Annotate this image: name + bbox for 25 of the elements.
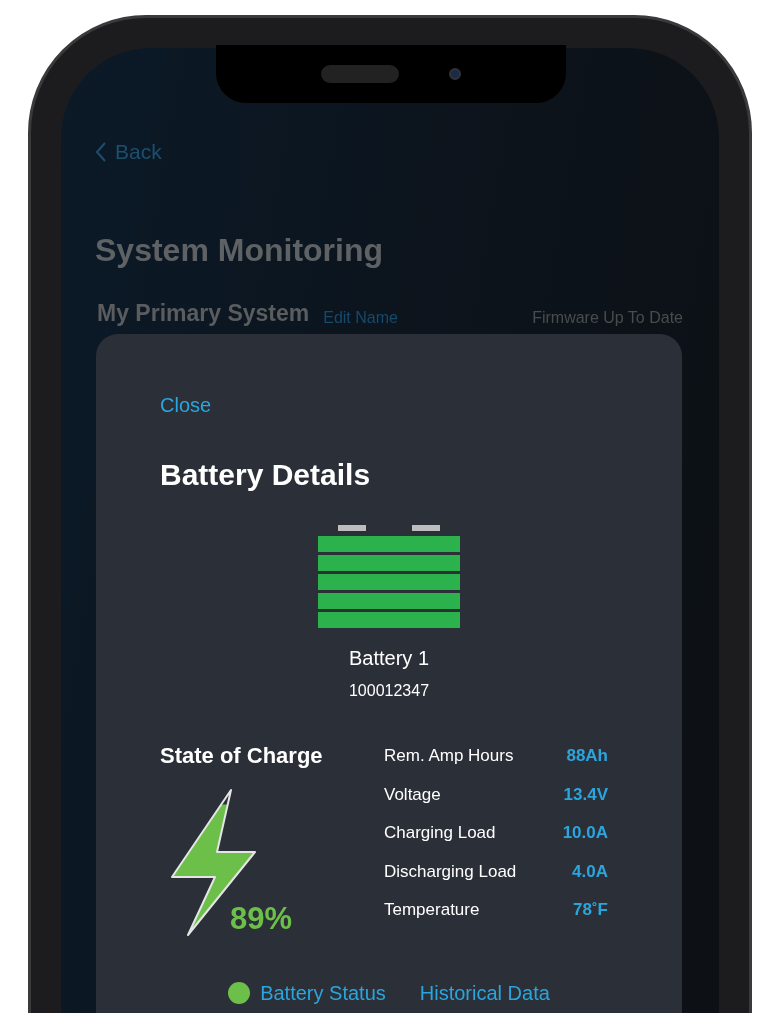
battery-icon bbox=[318, 525, 460, 629]
page-title: System Monitoring bbox=[95, 230, 384, 270]
close-button[interactable]: Close bbox=[160, 390, 212, 420]
stat-value: 78˚F bbox=[573, 899, 608, 921]
system-name: My Primary System bbox=[97, 298, 310, 328]
stat-label: Voltage bbox=[384, 783, 441, 806]
battery-name: Battery 1 bbox=[348, 646, 429, 671]
stat-label: Rem. Amp Hours bbox=[384, 745, 514, 767]
state-of-charge-heading: State of Charge bbox=[160, 742, 324, 770]
sheet-link[interactable]: Historical Data bbox=[419, 978, 550, 1008]
charge-percent: 89% bbox=[230, 899, 293, 938]
stat-value: 10.0A bbox=[562, 822, 608, 844]
camera-icon bbox=[449, 68, 461, 80]
chevron-left-icon bbox=[95, 140, 107, 163]
stat-label: Temperature bbox=[384, 899, 480, 921]
firmware-status: Firmware Up To Date bbox=[532, 308, 683, 328]
sheet-title: Battery Details bbox=[160, 457, 372, 493]
stat-value: 4.0A bbox=[572, 860, 608, 883]
stat-value: 88Ah bbox=[566, 745, 608, 767]
stat-value: 13.4V bbox=[563, 783, 608, 806]
battery-serial: 100012347 bbox=[348, 681, 430, 701]
sheet-link[interactable]: Battery Status bbox=[228, 978, 386, 1008]
speaker-icon bbox=[321, 65, 399, 83]
stat-label: Charging Load bbox=[384, 822, 496, 844]
stat-label: Discharging Load bbox=[384, 860, 517, 883]
